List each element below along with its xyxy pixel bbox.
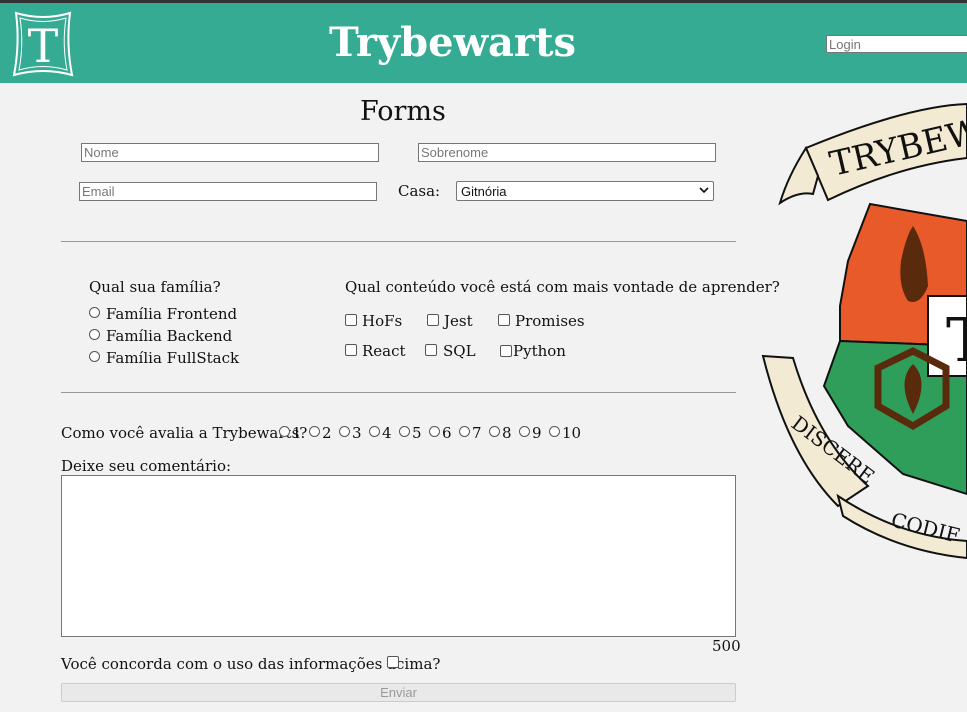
rating-radio-9[interactable]	[519, 426, 530, 437]
content-checkbox-react[interactable]	[345, 344, 357, 356]
family-label-frontend: Família Frontend	[106, 305, 238, 323]
rating-radio-10[interactable]	[549, 426, 560, 437]
rating-label-6: 6	[442, 424, 452, 442]
rating-question: Como você avalia a Trybewarts?	[61, 424, 308, 442]
content-label-hofs: HoFs	[362, 312, 403, 330]
site-header: T Trybewarts	[0, 3, 967, 83]
rating-label-3: 3	[352, 424, 362, 442]
submit-button[interactable]: Enviar	[61, 683, 736, 702]
house-select[interactable]: Gitnória	[456, 181, 714, 201]
content-question: Qual conteúdo você está com mais vontade…	[345, 278, 780, 296]
divider	[61, 392, 736, 393]
rating-radio-1[interactable]	[279, 426, 290, 437]
rating-radio-4[interactable]	[369, 426, 380, 437]
content-label-python: Python	[513, 342, 566, 360]
comment-textarea[interactable]	[61, 475, 736, 637]
rating-label-9: 9	[532, 424, 542, 442]
family-label-backend: Família Backend	[106, 327, 233, 345]
house-selected-value: Gitnória	[461, 184, 507, 199]
family-radio-backend[interactable]	[89, 329, 100, 340]
login-input[interactable]	[826, 35, 967, 53]
agreement-checkbox[interactable]	[387, 656, 399, 668]
divider	[61, 241, 736, 242]
rating-label-1: 1	[292, 424, 302, 442]
rating-label-5: 5	[412, 424, 422, 442]
house-label: Casa:	[398, 182, 441, 200]
content-checkbox-sql[interactable]	[425, 344, 437, 356]
forms-title: Forms	[360, 96, 446, 127]
rating-radio-2[interactable]	[309, 426, 320, 437]
agreement-label: Você concorda com o uso das informações …	[61, 655, 441, 673]
comment-label: Deixe seu comentário:	[61, 457, 232, 475]
rating-radio-6[interactable]	[429, 426, 440, 437]
char-counter: 500	[712, 637, 741, 655]
rating-radio-5[interactable]	[399, 426, 410, 437]
rating-label-7: 7	[472, 424, 482, 442]
family-label-fullstack: Família FullStack	[106, 349, 240, 367]
crest-shield-letter: T	[946, 306, 967, 376]
content-label-promises: Promises	[515, 312, 585, 330]
site-title: Trybewarts	[328, 19, 576, 66]
content-label-jest: Jest	[444, 312, 473, 330]
content-checkbox-promises[interactable]	[498, 314, 510, 326]
surname-input[interactable]	[418, 143, 716, 162]
rating-label-10: 10	[562, 424, 582, 442]
rating-radio-7[interactable]	[459, 426, 470, 437]
content-checkbox-hofs[interactable]	[345, 314, 357, 326]
family-question: Qual sua família?	[89, 278, 221, 296]
chevron-down-icon	[699, 187, 709, 194]
content-checkbox-python[interactable]	[500, 345, 512, 357]
rating-radio-8[interactable]	[489, 426, 500, 437]
content-label-sql: SQL	[443, 342, 476, 360]
trybewarts-crest: TRYBEW T DISCERE CODIF	[761, 102, 967, 560]
rating-label-2: 2	[322, 424, 332, 442]
rating-label-8: 8	[502, 424, 512, 442]
rating-radio-3[interactable]	[339, 426, 350, 437]
family-radio-frontend[interactable]	[89, 307, 100, 318]
family-radio-fullstack[interactable]	[89, 351, 100, 362]
email-input[interactable]	[79, 182, 377, 201]
content-checkbox-jest[interactable]	[427, 314, 439, 326]
rating-label-4: 4	[382, 424, 392, 442]
name-input[interactable]	[81, 143, 379, 162]
content-label-react: React	[362, 342, 406, 360]
